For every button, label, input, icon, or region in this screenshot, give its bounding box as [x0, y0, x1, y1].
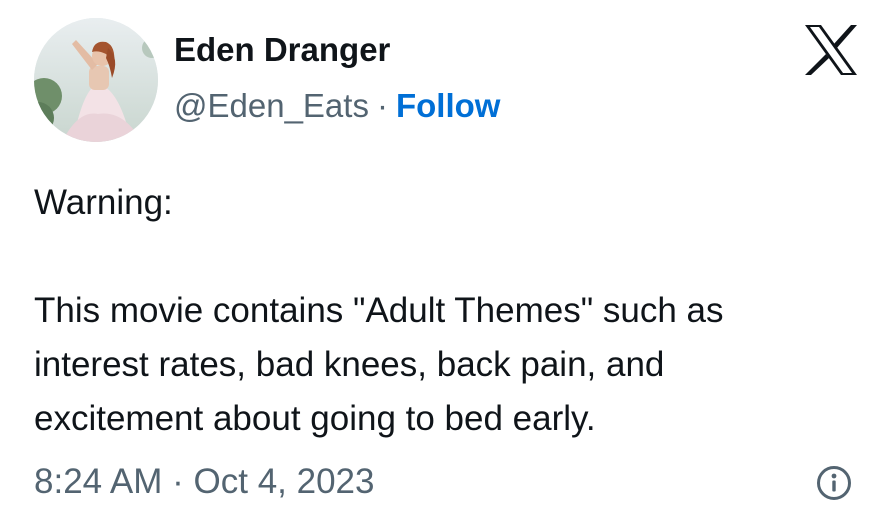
author-avatar[interactable] [34, 18, 158, 142]
x-logo-icon[interactable] [803, 24, 859, 76]
tweet-card: Eden Dranger @Eden_Eats · Follow Warning: … [0, 0, 882, 527]
avatar-photo [34, 18, 158, 142]
author-handle[interactable]: @Eden_Eats [174, 87, 369, 124]
tweet-timestamp[interactable]: 8:24 AM · Oct 4, 2023 [34, 458, 374, 506]
author-handle-row: @Eden_Eats · Follow [174, 84, 500, 128]
tweet-line: Warning: [34, 183, 173, 222]
separator-dot: · [376, 87, 388, 124]
tweet-line: interest rates, bad knees, back pain, an… [34, 345, 665, 384]
tweet-line: This movie contains "Adult Themes" such … [34, 291, 724, 330]
follow-button[interactable]: Follow [396, 87, 500, 124]
info-circle-icon[interactable] [816, 465, 852, 501]
tweet-text: Warning: This movie contains "Adult Them… [34, 176, 834, 446]
author-name[interactable]: Eden Dranger [174, 28, 390, 72]
tweet-line: excitement about going to bed early. [34, 399, 596, 438]
